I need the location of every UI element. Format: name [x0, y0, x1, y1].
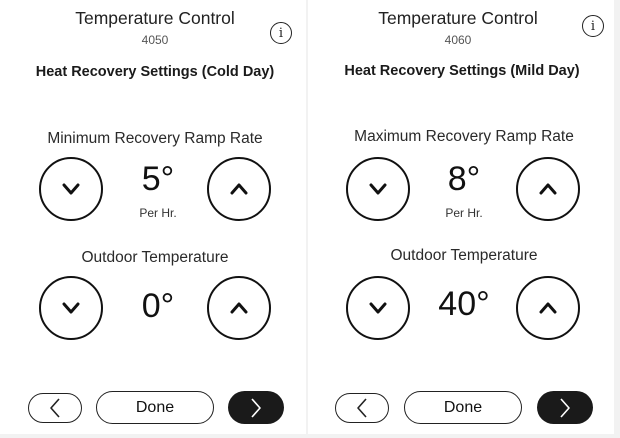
- decrease-ramp-rate-button[interactable]: [346, 157, 410, 221]
- increase-outdoor-temp-button[interactable]: [207, 276, 271, 340]
- ramp-rate-unit: Per Hr.: [139, 206, 177, 220]
- chevron-left-icon: [50, 398, 60, 418]
- model-number: 4050: [141, 33, 169, 47]
- header: Temperature Control 4050 i: [0, 6, 306, 48]
- info-button[interactable]: i: [270, 22, 292, 44]
- outdoor-temp-value: 0°: [141, 287, 175, 325]
- thermostat-screen-cold-day: Temperature Control 4050 i Heat Recovery…: [0, 0, 306, 434]
- info-icon: i: [278, 25, 284, 41]
- thermostat-screen-mild-day: Temperature Control 4060 i Heat Recovery…: [308, 0, 614, 434]
- info-icon: i: [590, 18, 596, 34]
- screen-title: Temperature Control: [378, 8, 538, 28]
- setting-label-outdoor-temp: Outdoor Temperature: [81, 249, 229, 266]
- next-button[interactable]: [537, 391, 593, 424]
- section-subtitle: Heat Recovery Settings (Mild Day): [344, 63, 580, 79]
- screen-title: Temperature Control: [75, 8, 235, 28]
- chevron-up-icon: [539, 302, 557, 314]
- setting-label-ramp-rate: Maximum Recovery Ramp Rate: [354, 128, 574, 145]
- setting-label-outdoor-temp: Outdoor Temperature: [390, 247, 538, 264]
- section-subtitle: Heat Recovery Settings (Cold Day): [35, 64, 275, 80]
- chevron-down-icon: [369, 183, 387, 195]
- done-button[interactable]: Done: [404, 391, 522, 424]
- outdoor-temp-value: 40°: [438, 285, 490, 323]
- header: Temperature Control 4060 i: [308, 6, 614, 48]
- chevron-down-icon: [62, 183, 80, 195]
- model-number: 4060: [444, 33, 472, 47]
- chevron-down-icon: [369, 302, 387, 314]
- setting-label-ramp-rate: Minimum Recovery Ramp Rate: [47, 130, 263, 147]
- chevron-up-icon: [230, 302, 248, 314]
- increase-ramp-rate-button[interactable]: [207, 157, 271, 221]
- chevron-right-icon: [560, 397, 570, 418]
- chevron-up-icon: [539, 183, 557, 195]
- chevron-right-icon: [251, 397, 261, 418]
- info-button[interactable]: i: [582, 15, 604, 37]
- increase-ramp-rate-button[interactable]: [516, 157, 580, 221]
- decrease-ramp-rate-button[interactable]: [39, 157, 103, 221]
- next-button[interactable]: [228, 391, 284, 424]
- done-button[interactable]: Done: [96, 391, 214, 424]
- ramp-rate-value: 5°: [141, 160, 175, 198]
- back-button[interactable]: [28, 393, 82, 423]
- decrease-outdoor-temp-button[interactable]: [39, 276, 103, 340]
- chevron-down-icon: [62, 302, 80, 314]
- ramp-rate-value: 8°: [447, 160, 481, 198]
- increase-outdoor-temp-button[interactable]: [516, 276, 580, 340]
- decrease-outdoor-temp-button[interactable]: [346, 276, 410, 340]
- ramp-rate-unit: Per Hr.: [445, 206, 483, 220]
- chevron-up-icon: [230, 183, 248, 195]
- back-button[interactable]: [335, 393, 389, 423]
- chevron-left-icon: [357, 398, 367, 418]
